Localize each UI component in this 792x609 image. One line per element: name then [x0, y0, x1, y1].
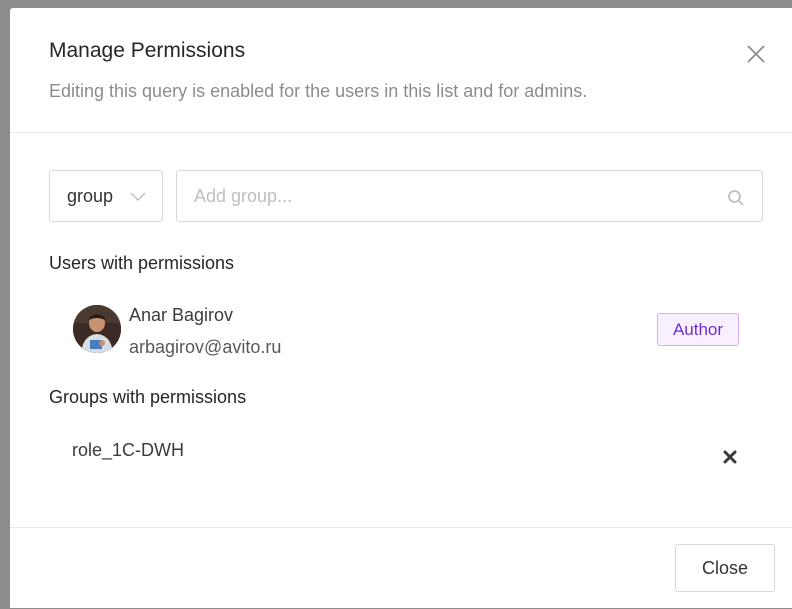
users-section-heading: Users with permissions [49, 253, 235, 273]
type-select-value: group [67, 186, 114, 206]
close-button[interactable]: Close [675, 544, 775, 592]
remove-icon[interactable] [722, 449, 738, 465]
author-badge: Author [657, 313, 739, 346]
dialog-header: Manage Permissions Editing this query is… [10, 8, 792, 133]
add-group-search [176, 170, 763, 222]
add-group-input[interactable] [194, 183, 714, 209]
manage-permissions-dialog: Manage Permissions Editing this query is… [10, 8, 792, 608]
chevron-down-icon [130, 189, 146, 203]
type-select[interactable]: group [49, 170, 163, 222]
avatar [73, 305, 121, 353]
user-name: Anar Bagirov [129, 305, 234, 325]
search-icon [727, 189, 745, 207]
dialog-title: Manage Permissions [49, 39, 246, 62]
user-email: arbagirov@avito.ru [129, 337, 282, 357]
close-icon[interactable] [745, 43, 767, 65]
dialog-subtitle: Editing this query is enabled for the us… [49, 81, 588, 101]
group-name: role_1C-DWH [72, 440, 185, 460]
groups-section-heading: Groups with permissions [49, 387, 247, 407]
